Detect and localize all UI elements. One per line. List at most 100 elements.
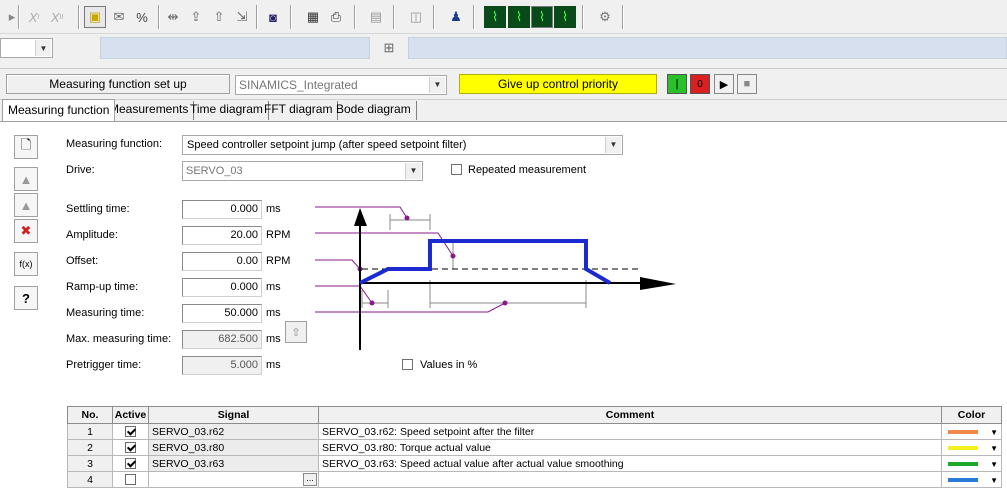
max-measuring-time-label: Max. measuring time: <box>66 333 172 345</box>
measuring-function-label: Measuring function: <box>66 138 162 150</box>
function-icon[interactable]: f(x) <box>14 252 38 276</box>
ramp-up-time-input[interactable]: 0.000 <box>182 278 262 297</box>
drive-select[interactable]: SERVO_03 ▼ <box>182 161 423 181</box>
pause-icon[interactable]: ■ <box>737 74 757 94</box>
grid-icon[interactable]: ▦ <box>302 6 324 28</box>
active-checkbox[interactable] <box>125 474 136 486</box>
save-icon[interactable]: ▲ <box>14 193 38 217</box>
new-document-icon[interactable]: 🗋 <box>14 135 38 159</box>
color-cell[interactable]: ▼ <box>941 439 1002 456</box>
comment-cell[interactable]: SERVO_03.r62: Speed setpoint after the f… <box>318 423 942 440</box>
table-row[interactable]: 2 SERVO_03.r80 SERVO_03.r80: Torque actu… <box>67 439 1002 456</box>
measuring-function-select[interactable]: Speed controller setpoint jump (after sp… <box>182 135 623 155</box>
row-number: 1 <box>67 423 113 440</box>
settings-icon[interactable]: ⚙ <box>594 6 616 28</box>
device-value: SINAMICS_Integrated <box>239 78 358 92</box>
people-icon[interactable]: ♟ <box>445 6 467 28</box>
x2-icon[interactable]: X II <box>46 6 68 28</box>
trace-2-icon[interactable]: ⌇ <box>508 6 530 28</box>
play-icon[interactable]: ▶ <box>714 74 734 94</box>
column-header-active[interactable]: Active <box>112 406 149 424</box>
stop-icon[interactable]: 0 <box>690 74 710 94</box>
color-swatch <box>948 429 978 434</box>
measuring-time-input[interactable]: 50.000 <box>182 304 262 323</box>
export-icon[interactable]: ⇲ <box>231 6 253 28</box>
upload-2-icon[interactable]: ⇧ <box>208 6 230 28</box>
comment-cell[interactable] <box>318 471 942 488</box>
chevron-down-icon: ▼ <box>990 475 998 485</box>
signal-table: No. Active Signal Comment Color 1 SERVO_… <box>67 406 1002 488</box>
color-cell[interactable]: ▼ <box>941 423 1002 440</box>
open-icon[interactable]: ▲ <box>14 167 38 191</box>
trace-4-icon[interactable]: ⌇ <box>554 6 576 28</box>
drive-label: Drive: <box>66 164 95 176</box>
table-row[interactable]: 1 SERVO_03.r62 SERVO_03.r62: Speed setpo… <box>67 423 1002 440</box>
signal-cell[interactable]: SERVO_03.r62 <box>148 423 319 440</box>
help-button[interactable]: ? <box>14 286 38 310</box>
x1-icon[interactable]: XI <box>23 6 45 28</box>
color-cell[interactable]: ▼ <box>941 471 1002 488</box>
trace-1-icon[interactable]: ⌇ <box>484 6 506 28</box>
row-number: 4 <box>67 471 113 488</box>
apply-max-time-icon[interactable]: ⇧ <box>285 321 307 343</box>
status-label: Measuring function set up <box>6 74 230 94</box>
envelope-icon[interactable]: ✉ <box>108 6 130 28</box>
camera-icon[interactable]: ◫ <box>405 6 427 28</box>
row-number: 3 <box>67 455 113 472</box>
start-icon[interactable]: | <box>667 74 687 94</box>
offset-input[interactable]: 0.00 <box>182 252 262 271</box>
column-header-signal[interactable]: Signal <box>148 406 319 424</box>
chevron-down-icon: ▼ <box>990 427 998 437</box>
signal-cell[interactable]: SERVO_03.r80 <box>148 439 319 456</box>
tab-bar: Measuring function Measurements Time dia… <box>0 99 1007 121</box>
delete-icon[interactable]: ✖ <box>14 219 38 243</box>
document-icon[interactable]: ▤ <box>365 6 387 28</box>
offset-unit: RPM <box>266 255 291 267</box>
repeated-measurement-checkbox[interactable] <box>451 164 462 175</box>
tab-time-diagram[interactable]: Time diagram <box>185 101 269 120</box>
column-header-color[interactable]: Color <box>941 406 1002 424</box>
tab-measuring-function[interactable]: Measuring function <box>2 99 116 121</box>
table-row[interactable]: 4 ... ▼ <box>67 471 1002 488</box>
active-checkbox[interactable] <box>125 442 136 454</box>
signal-cell[interactable]: SERVO_03.r63 <box>148 455 319 472</box>
properties-icon[interactable]: ⊞ <box>378 37 400 59</box>
browse-signal-button[interactable]: ... <box>303 473 317 486</box>
diagram-dimension-lines <box>361 214 587 308</box>
values-in-percent-label: Values in % <box>420 359 478 371</box>
view-select[interactable]: ▼ <box>0 38 53 58</box>
signal-cell[interactable]: ... <box>148 471 319 488</box>
tab-fft-diagram[interactable]: FFT diagram <box>259 101 339 120</box>
measuring-time-label: Measuring time: <box>66 307 145 319</box>
comment-cell[interactable]: SERVO_03.r63: Speed actual value after a… <box>318 455 942 472</box>
tab-measurements[interactable]: Measurements <box>104 101 195 120</box>
chevron-down-icon: ▼ <box>990 459 998 469</box>
trace-3-icon[interactable]: ⌇ <box>531 6 553 28</box>
amplitude-input[interactable]: 20.00 <box>182 226 262 245</box>
chevron-down-icon: ▼ <box>990 443 998 453</box>
settling-time-input[interactable]: 0.000 <box>182 200 262 219</box>
values-in-percent-checkbox[interactable] <box>402 359 413 370</box>
toggle-icon[interactable]: ▣ <box>84 6 106 28</box>
give-up-control-button[interactable]: Give up control priority <box>459 74 657 94</box>
color-swatch <box>948 461 978 466</box>
active-checkbox[interactable] <box>125 458 136 470</box>
tab-bode-diagram[interactable]: Bode diagram <box>331 101 417 120</box>
column-header-no[interactable]: No. <box>67 406 113 424</box>
upload-icon[interactable]: ⇪ <box>185 6 207 28</box>
diagram-markers <box>357 215 508 306</box>
comment-cell[interactable]: SERVO_03.r80: Torque actual value <box>318 439 942 456</box>
fit-icon[interactable]: ◙ <box>262 6 284 28</box>
ramp-up-time-unit: ms <box>266 281 281 293</box>
percent-icon[interactable]: % <box>131 6 153 28</box>
color-cell[interactable]: ▼ <box>941 455 1002 472</box>
settling-time-unit: ms <box>266 203 281 215</box>
save-icon[interactable]: ⎙ <box>325 6 347 28</box>
zoom-in-icon[interactable]: ⇹ <box>162 6 184 28</box>
table-row[interactable]: 3 SERVO_03.r63 SERVO_03.r63: Speed actua… <box>67 455 1002 472</box>
max-measuring-time-value: 682.500 <box>182 330 262 349</box>
column-header-comment[interactable]: Comment <box>318 406 942 424</box>
active-checkbox[interactable] <box>125 426 136 438</box>
device-select[interactable]: SINAMICS_Integrated ▼ <box>235 75 447 95</box>
repeated-measurement-label: Repeated measurement <box>468 164 587 176</box>
